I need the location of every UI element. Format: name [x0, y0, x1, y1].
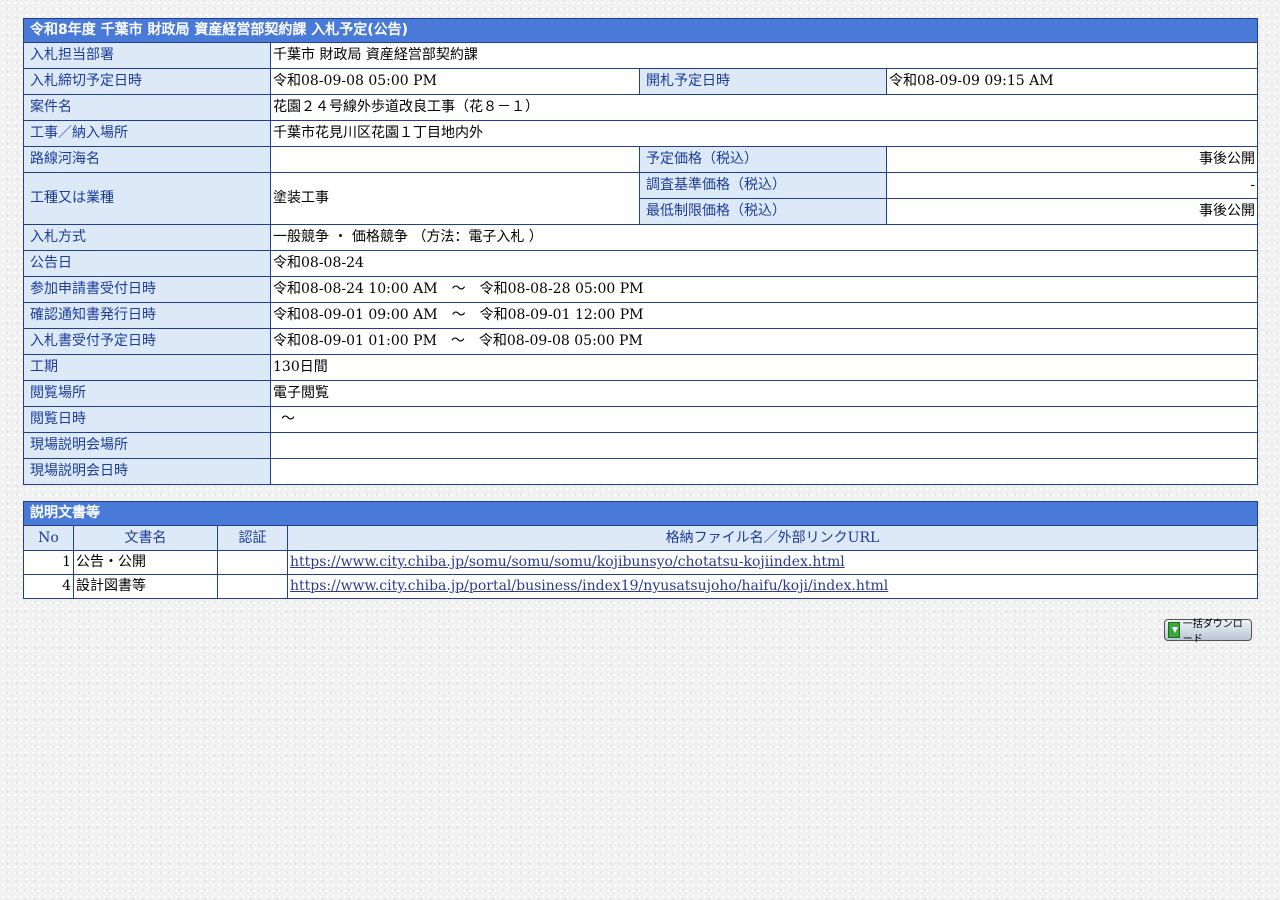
view-date-label: 閲覧日時: [23, 406, 271, 433]
doc-no: 1: [23, 550, 74, 575]
method-label: 入札方式: [23, 224, 271, 251]
doc-auth: [217, 550, 288, 575]
apply-label: 参加申請書受付日時: [23, 276, 271, 303]
planned-price-label: 予定価格（税込）: [639, 146, 887, 173]
view-place-label: 閲覧場所: [23, 380, 271, 407]
period-value: 130日間: [269, 354, 1259, 381]
site-place-label: 現場説明会場所: [23, 432, 271, 459]
site-place-value: [269, 432, 1259, 459]
doc-auth: [217, 574, 288, 599]
documents-table: 説明文書等 No 文書名 認証 格納ファイル名／外部リンクURL 1 公告・公開…: [23, 501, 1258, 599]
documents-title: 説明文書等: [23, 501, 1258, 526]
survey-price-value: -: [885, 172, 1259, 199]
open-value: 令和08-09-09 09:15 AM: [885, 68, 1259, 95]
doc-link[interactable]: https://www.city.chiba.jp/portal/busines…: [290, 578, 888, 594]
bid-info-table: 令和8年度 千葉市 財政局 資産経営部契約課 入札予定(公告) 入札担当部署 千…: [22, 18, 1259, 485]
route-value: [270, 146, 640, 173]
doc-name: 公告・公開: [73, 550, 218, 575]
dept-label: 入札担当部署: [23, 42, 271, 69]
download-icon: [1168, 622, 1180, 638]
survey-price-label: 調査基準価格（税込）: [639, 172, 887, 199]
type-value: 塗装工事: [270, 172, 640, 225]
deadline-label: 入札締切予定日時: [23, 68, 271, 95]
open-label: 開札予定日時: [639, 68, 887, 95]
doc-url-cell: https://www.city.chiba.jp/somu/somu/somu…: [287, 550, 1258, 575]
col-name-header: 文書名: [73, 525, 218, 551]
col-url-header: 格納ファイル名／外部リンクURL: [287, 525, 1258, 551]
place-label: 工事／納入場所: [23, 120, 271, 147]
table-row: 1 公告・公開 https://www.city.chiba.jp/somu/s…: [23, 550, 1258, 575]
col-auth-header: 認証: [217, 525, 288, 551]
bid-label: 入札書受付予定日時: [23, 328, 271, 355]
confirm-value: 令和08-09-01 09:00 AM ～ 令和08-09-01 12:00 P…: [269, 302, 1259, 329]
view-place-value: 電子閲覧: [269, 380, 1259, 407]
doc-link[interactable]: https://www.city.chiba.jp/somu/somu/somu…: [290, 554, 845, 570]
period-label: 工期: [23, 354, 271, 381]
doc-no: 4: [23, 574, 74, 599]
bid-info-section: 令和8年度 千葉市 財政局 資産経営部契約課 入札予定(公告) 入札担当部署 千…: [22, 18, 1259, 599]
bulk-download-label: 一括ダウンロード: [1182, 619, 1243, 645]
doc-url-cell: https://www.city.chiba.jp/portal/busines…: [287, 574, 1258, 599]
min-price-value: 事後公開: [885, 198, 1259, 225]
confirm-label: 確認通知書発行日時: [23, 302, 271, 329]
doc-name: 設計図書等: [73, 574, 218, 599]
apply-value: 令和08-08-24 10:00 AM ～ 令和08-08-28 05:00 P…: [269, 276, 1259, 303]
case-label: 案件名: [23, 94, 271, 121]
notice-label: 公告日: [23, 250, 271, 277]
site-date-label: 現場説明会日時: [23, 458, 271, 485]
method-value: 一般競争 ・ 価格競争 （方法：電子入札 ）: [269, 224, 1259, 251]
deadline-value: 令和08-09-08 05:00 PM: [270, 68, 640, 95]
route-label: 路線河海名: [23, 146, 271, 173]
site-date-value: [269, 458, 1259, 485]
case-value: 花園２４号線外歩道改良工事（花８－１）: [269, 94, 1259, 121]
notice-value: 令和08-08-24: [269, 250, 1259, 277]
type-label: 工種又は業種: [23, 172, 271, 225]
bulk-download-button[interactable]: 一括ダウンロード: [1164, 619, 1252, 645]
view-date-value: ～: [269, 406, 1259, 433]
table-row: 4 設計図書等 https://www.city.chiba.jp/portal…: [23, 574, 1258, 599]
bid-value: 令和08-09-01 01:00 PM ～ 令和08-09-08 05:00 P…: [269, 328, 1259, 355]
place-value: 千葉市花見川区花園１丁目地内外: [269, 120, 1259, 147]
col-no-header: No: [23, 525, 74, 551]
min-price-label: 最低制限価格（税込）: [639, 198, 887, 225]
page-title: 令和8年度 千葉市 財政局 資産経営部契約課 入札予定(公告): [22, 18, 1259, 43]
dept-value: 千葉市 財政局 資産経営部契約課: [269, 42, 1259, 69]
planned-price-value: 事後公開: [885, 146, 1259, 173]
